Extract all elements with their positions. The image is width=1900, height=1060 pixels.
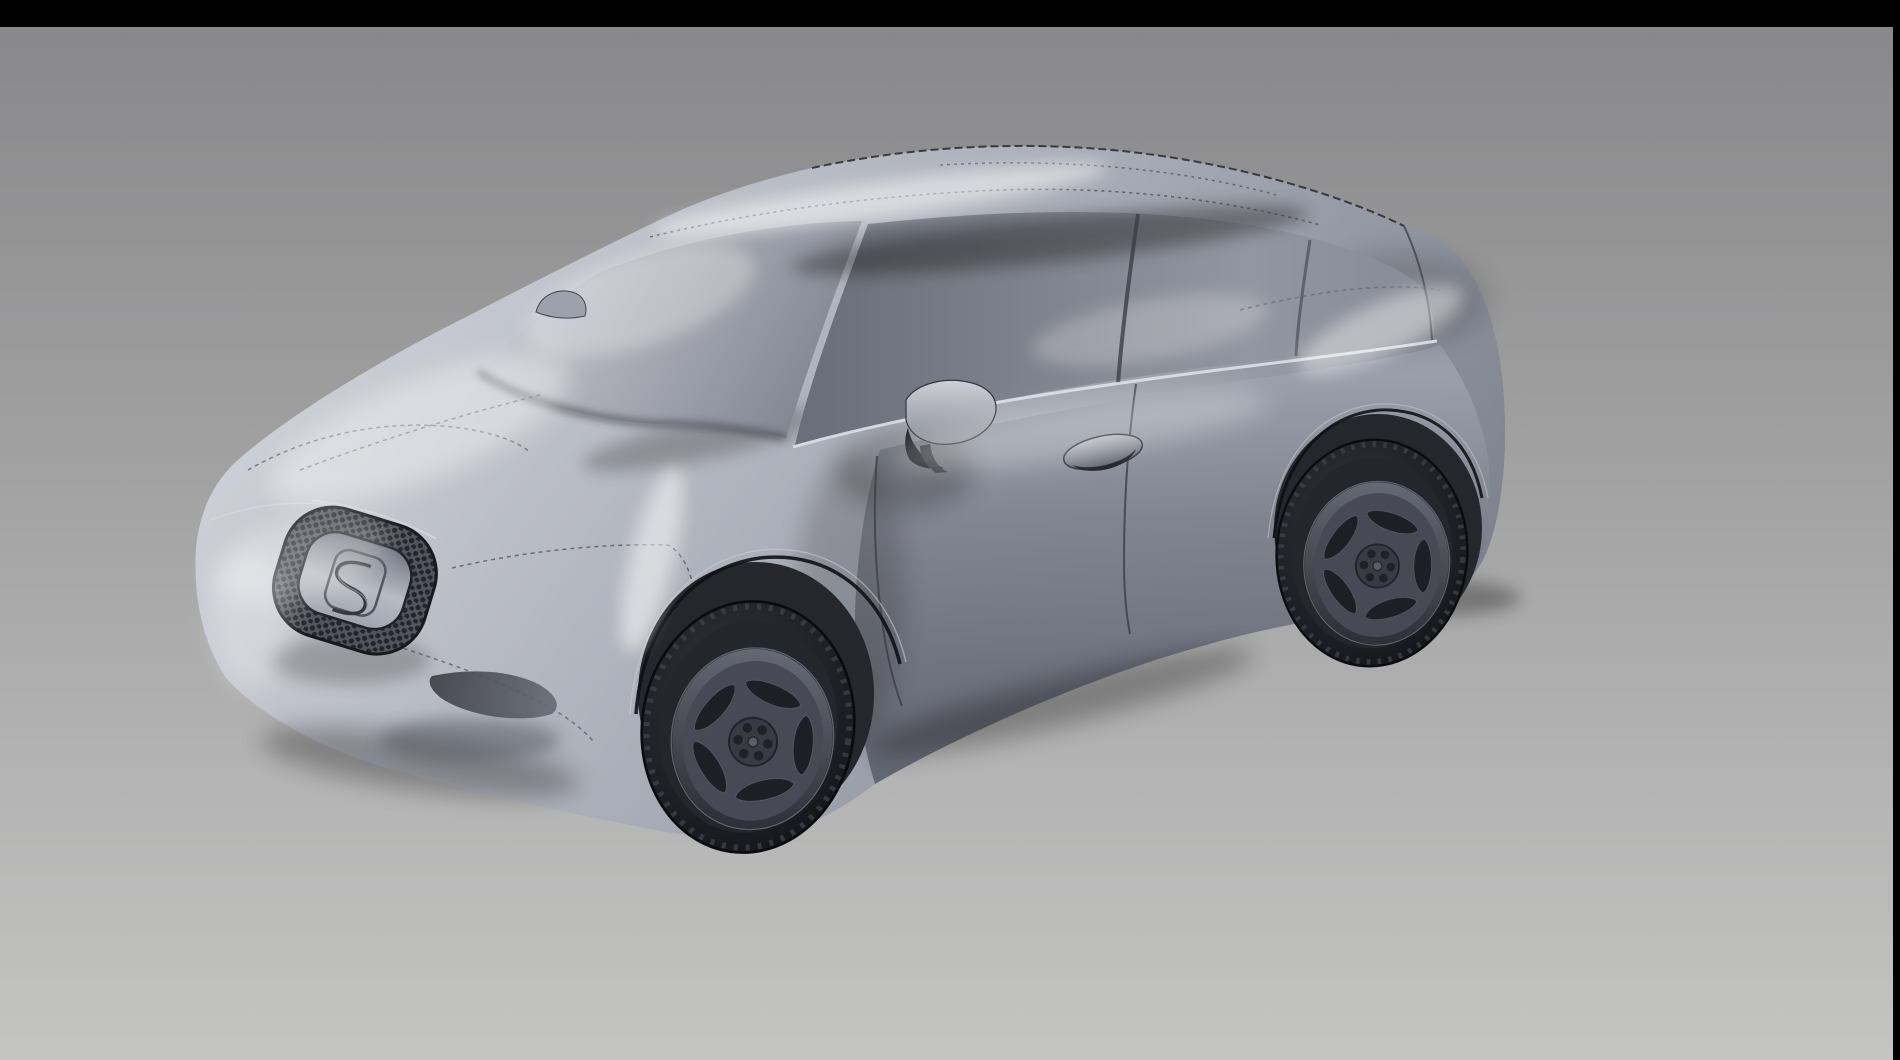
fog-recess-shadow xyxy=(380,718,560,762)
application-screen xyxy=(0,0,1900,1060)
right-letterbox-bar xyxy=(1893,0,1900,1060)
3d-viewport[interactable] xyxy=(0,0,1900,1060)
top-letterbox-bar xyxy=(0,0,1900,27)
